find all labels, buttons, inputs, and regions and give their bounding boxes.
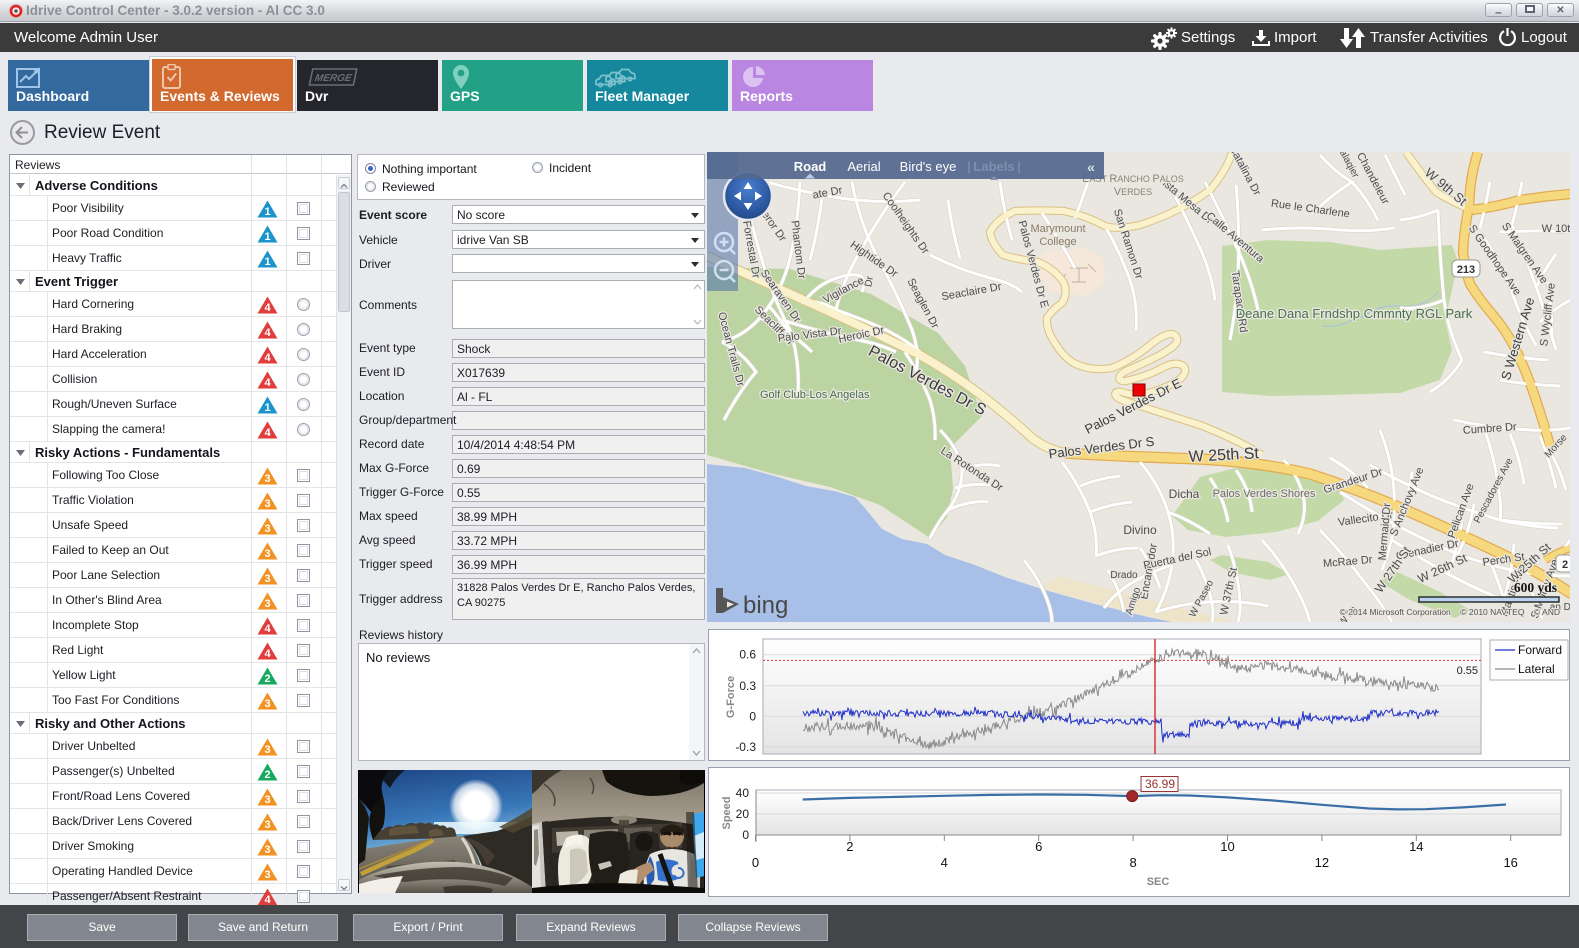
svg-text:Marymount: Marymount	[1030, 223, 1085, 235]
svg-text:Palos Verdes Shores: Palos Verdes Shores	[1213, 488, 1316, 500]
svg-text:Aerial: Aerial	[847, 159, 880, 174]
svg-text:2: 2	[264, 769, 270, 781]
svg-text:6: 6	[1035, 839, 1042, 854]
svg-text:VERDES: VERDES	[1114, 186, 1152, 198]
svg-text:4: 4	[264, 327, 271, 339]
svg-text:14: 14	[1409, 839, 1423, 854]
svg-text:3: 3	[264, 573, 270, 585]
svg-text:4: 4	[264, 427, 271, 439]
svg-text:Road: Road	[794, 159, 827, 174]
svg-text:3: 3	[264, 473, 270, 485]
svg-text:0: 0	[749, 709, 756, 723]
svg-text:1: 1	[264, 402, 270, 414]
svg-text:4: 4	[264, 623, 271, 635]
svg-text:SEC: SEC	[1147, 876, 1170, 888]
svg-text:600 yds: 600 yds	[1514, 580, 1557, 595]
svg-text:3: 3	[264, 844, 270, 856]
svg-text:40: 40	[736, 786, 750, 800]
svg-text:1: 1	[264, 231, 270, 243]
svg-text:36.99: 36.99	[1145, 777, 1175, 791]
svg-text:© 2014 Microsoft Corporation: © 2014 Microsoft Corporation © 2010 NAVT…	[1340, 607, 1560, 617]
svg-text:-0.3: -0.3	[735, 740, 756, 754]
svg-text:3: 3	[264, 869, 270, 881]
svg-text:213: 213	[1457, 264, 1475, 276]
svg-text:2: 2	[264, 673, 270, 685]
svg-text:0: 0	[752, 855, 759, 870]
svg-text:College: College	[1039, 236, 1076, 248]
svg-text:2: 2	[846, 839, 853, 854]
svg-text:1: 1	[264, 206, 270, 218]
svg-text:0.55: 0.55	[1457, 665, 1478, 677]
svg-text:W 10t: W 10t	[1542, 223, 1570, 235]
svg-text:3: 3	[264, 498, 270, 510]
svg-text:3: 3	[264, 744, 270, 756]
svg-text:3: 3	[264, 548, 270, 560]
svg-text:Deane Dana Frndshp Cmmnty RGL: Deane Dana Frndshp Cmmnty RGL Park	[1236, 306, 1473, 321]
svg-text:4: 4	[264, 302, 271, 314]
svg-text:0.6: 0.6	[739, 648, 756, 662]
svg-text:Labels: Labels	[973, 159, 1014, 174]
svg-text:Dicha: Dicha	[1169, 487, 1200, 501]
svg-text:4: 4	[264, 352, 271, 364]
svg-text:Speed: Speed	[721, 796, 733, 829]
svg-text:3: 3	[264, 523, 270, 535]
svg-text:4: 4	[941, 855, 948, 870]
svg-text:Drado: Drado	[1110, 570, 1138, 581]
svg-text:4: 4	[264, 377, 271, 389]
svg-text:1: 1	[264, 256, 270, 268]
svg-text:2: 2	[1562, 559, 1568, 571]
svg-text:20: 20	[736, 807, 750, 821]
svg-text:|: |	[1017, 159, 1020, 174]
svg-text:0: 0	[742, 828, 749, 842]
svg-text:Divino: Divino	[1123, 523, 1157, 537]
svg-text:12: 12	[1315, 855, 1329, 870]
svg-text:Lateral: Lateral	[1518, 662, 1555, 676]
svg-text:10: 10	[1220, 839, 1234, 854]
svg-text:0.3: 0.3	[739, 679, 756, 693]
svg-text:8: 8	[1129, 855, 1136, 870]
svg-text:3: 3	[264, 794, 270, 806]
svg-text:3: 3	[264, 819, 270, 831]
svg-text:Forward: Forward	[1518, 643, 1562, 657]
svg-text:G-Force: G-Force	[725, 676, 737, 718]
svg-text:Bird's eye: Bird's eye	[900, 159, 957, 174]
svg-text:3: 3	[264, 698, 270, 710]
svg-text:3: 3	[264, 598, 270, 610]
svg-text:bing: bing	[743, 592, 788, 619]
svg-text:MERGE: MERGE	[314, 73, 353, 84]
svg-text:Golf Club-Los Angelas: Golf Club-Los Angelas	[760, 389, 870, 401]
svg-text:«: «	[1087, 159, 1095, 175]
svg-text:4: 4	[264, 648, 271, 660]
svg-text:|: |	[967, 159, 970, 174]
svg-text:16: 16	[1503, 855, 1517, 870]
